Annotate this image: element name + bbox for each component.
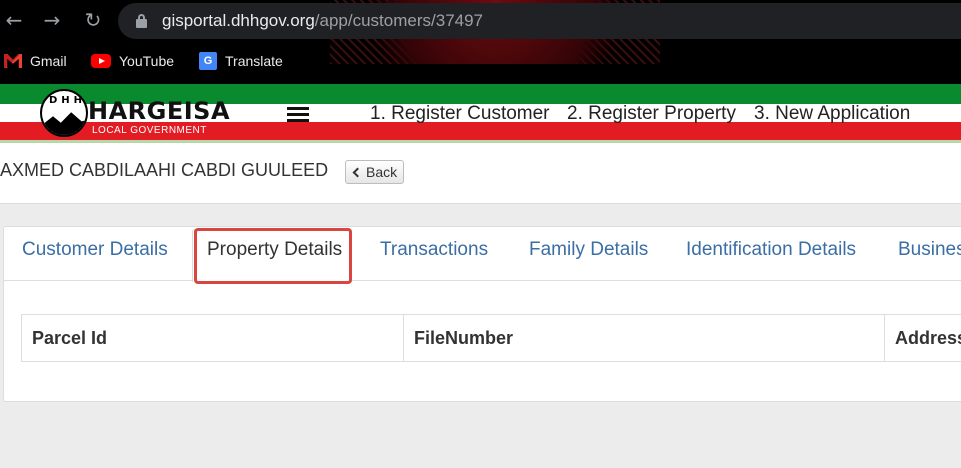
reload-icon[interactable]: ↻ bbox=[81, 8, 105, 32]
address-bar[interactable]: gisportal.dhhgov.org/app/customers/37497 bbox=[118, 3, 961, 39]
page-title: AXMED CABDILAAHI CABDI GUULEED bbox=[0, 160, 329, 180]
back-button-label: Back bbox=[366, 164, 398, 180]
logo-emblem-icon: DHH bbox=[40, 89, 88, 137]
browser-chrome: ← → ↻ gisportal.dhhgov.org/app/customers… bbox=[0, 0, 961, 84]
tab-customer-details[interactable]: Customer Details bbox=[22, 239, 168, 261]
tab-business[interactable]: Busines bbox=[898, 239, 961, 261]
gmail-icon bbox=[4, 54, 22, 68]
logo-title: HARGEISA bbox=[88, 97, 231, 125]
bookmark-label: Gmail bbox=[30, 53, 67, 69]
tab-family-details[interactable]: Family Details bbox=[529, 239, 648, 261]
site-header: DHH HARGEISA LOCAL GOVERNMENT 1. Registe… bbox=[0, 84, 961, 144]
bookmark-gmail[interactable]: Gmail bbox=[4, 51, 67, 71]
back-arrow-icon[interactable]: ← bbox=[2, 8, 26, 32]
bookmark-label: YouTube bbox=[119, 53, 175, 69]
logo-subtitle: LOCAL GOVERNMENT bbox=[92, 125, 207, 136]
nav-register-customer[interactable]: 1. Register Customer bbox=[370, 103, 550, 125]
tab-identification-details[interactable]: Identification Details bbox=[686, 239, 856, 261]
url-host: gisportal.dhhgov.org bbox=[162, 11, 315, 30]
translate-icon: G bbox=[199, 52, 217, 70]
bookmark-youtube[interactable]: YouTube bbox=[91, 51, 174, 71]
forward-arrow-icon[interactable]: → bbox=[40, 8, 64, 32]
chevron-left-icon bbox=[352, 167, 363, 177]
url-text[interactable]: gisportal.dhhgov.org/app/customers/37497 bbox=[162, 11, 483, 31]
site-logo[interactable]: DHH HARGEISA LOCAL GOVERNMENT bbox=[40, 89, 230, 139]
column-header-file-number[interactable]: FileNumber bbox=[404, 315, 885, 361]
nav-register-property[interactable]: 2. Register Property bbox=[567, 103, 736, 125]
back-button[interactable]: Back bbox=[345, 160, 405, 184]
property-table: Parcel Id FileNumber Address bbox=[21, 314, 961, 362]
column-header-address[interactable]: Address bbox=[885, 315, 961, 361]
logo-badge-text: DHH bbox=[49, 95, 87, 106]
details-panel: Customer Details Property Details Transa… bbox=[3, 226, 961, 402]
lock-icon bbox=[136, 14, 147, 28]
menu-icon[interactable] bbox=[287, 107, 309, 123]
highlight-box bbox=[194, 228, 352, 284]
bookmark-label: Translate bbox=[225, 53, 283, 69]
bookmark-translate[interactable]: G Translate bbox=[199, 51, 283, 71]
column-header-parcel-id[interactable]: Parcel Id bbox=[22, 315, 404, 361]
url-path: /app/customers/37497 bbox=[314, 11, 484, 30]
tab-transactions[interactable]: Transactions bbox=[380, 239, 488, 261]
page-title-bar: AXMED CABDILAAHI CABDI GUULEED Back bbox=[0, 144, 961, 204]
youtube-icon bbox=[91, 54, 111, 68]
header-divider bbox=[0, 140, 961, 143]
nav-new-application[interactable]: 3. New Application bbox=[754, 103, 910, 125]
